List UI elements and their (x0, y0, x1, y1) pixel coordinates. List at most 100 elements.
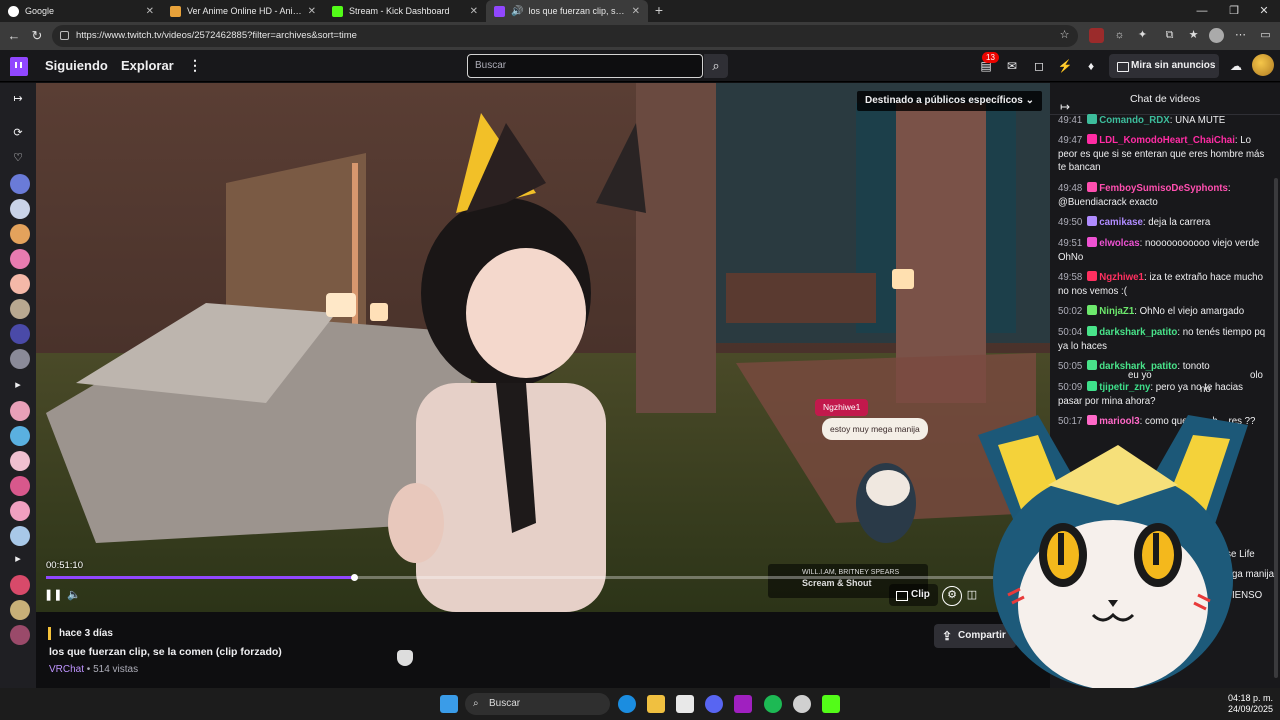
video-camera-icon[interactable]: ▸ (10, 551, 26, 567)
tab-twitch[interactable]: 🔊 los que fuerzan clip, se la co ✕ (486, 0, 648, 22)
settings-button[interactable]: ⚙ (942, 586, 962, 606)
edge-icon[interactable] (618, 695, 636, 713)
extension-icon[interactable]: ☼ (1112, 28, 1127, 43)
chat-username[interactable]: elwolcas (1099, 238, 1139, 249)
crown-icon[interactable]: ♦ (1083, 58, 1099, 74)
channel-avatar[interactable] (10, 274, 30, 294)
channel-avatar[interactable] (10, 426, 30, 446)
no-ads-button[interactable]: Mira sin anuncios (1109, 54, 1219, 78)
channel-avatar[interactable] (10, 249, 30, 269)
badge-icon[interactable] (1087, 360, 1098, 370)
chevron-down-icon: ⌄ (1025, 95, 1034, 106)
search-input[interactable]: Buscar (467, 54, 703, 78)
ghost-icon[interactable]: ☁ (1228, 58, 1244, 74)
bits-icon[interactable]: ⚡ (1057, 58, 1073, 74)
channel-avatar[interactable] (10, 600, 30, 620)
url-field[interactable]: https://www.twitch.tv/videos/2572462885?… (52, 25, 1078, 47)
tab-kick[interactable]: Stream - Kick Dashboard ✕ (324, 0, 486, 22)
app-icon[interactable] (676, 695, 694, 713)
chat-username[interactable]: tjipetir_zny (1099, 382, 1150, 393)
channel-avatar[interactable] (10, 625, 30, 645)
chat-username[interactable]: NinjaZ1 (1099, 306, 1134, 317)
extension-icon[interactable] (1089, 28, 1104, 43)
close-icon[interactable]: ✕ (632, 6, 640, 17)
badge-icon[interactable] (1087, 134, 1098, 144)
channel-avatar[interactable] (10, 174, 30, 194)
obs-icon[interactable] (793, 695, 811, 713)
puzzle-icon[interactable]: ✦ (1135, 28, 1150, 43)
whispers-icon[interactable]: ◻ (1031, 58, 1047, 74)
chat-username[interactable]: Comando_RDX (1099, 115, 1170, 126)
clip-button[interactable]: Clip (889, 584, 938, 606)
split-icon[interactable]: ⧉ (1162, 28, 1177, 43)
channel-avatar[interactable] (10, 401, 30, 421)
badge-icon[interactable] (1087, 326, 1098, 336)
folder-icon[interactable] (647, 695, 665, 713)
more-icon[interactable]: ⋯ (1233, 28, 1248, 43)
badge-icon[interactable] (1087, 216, 1098, 226)
kick-icon[interactable] (822, 695, 840, 713)
system-clock[interactable]: 04:18 p. m. 24/09/2025 (1228, 693, 1273, 715)
chat-username[interactable]: LDL_KomodoHeart_ChaiChai (1099, 135, 1235, 146)
taskbar-search[interactable]: ⌕ Buscar (465, 693, 610, 715)
new-tab-button[interactable]: + (648, 0, 670, 22)
sidebar-icon[interactable]: ▭ (1258, 28, 1273, 43)
audience-dropdown[interactable]: Destinado a públicos específicos ⌄ (857, 91, 1042, 111)
expand-icon[interactable]: ↦ (10, 91, 26, 107)
heart-icon[interactable]: ♡ (10, 150, 26, 166)
tab-animeflv[interactable]: Ver Anime Online HD - AnimeFLV ✕ (162, 0, 324, 22)
close-window-button[interactable]: ✕ (1248, 0, 1280, 22)
video-camera-icon[interactable]: ▸ (10, 377, 26, 393)
seek-bar[interactable] (46, 574, 1040, 581)
channel-avatar[interactable] (10, 349, 30, 369)
badge-icon[interactable] (1087, 114, 1098, 124)
back-icon[interactable]: ← (6, 28, 22, 44)
speaker-icon[interactable]: 🔊 (511, 6, 523, 17)
maximize-button[interactable]: ❐ (1218, 0, 1250, 22)
browse-link[interactable]: Explorar (121, 58, 174, 73)
recommended-icon[interactable]: ⟳ (10, 125, 26, 141)
video-player[interactable]: Destinado a públicos específicos ⌄ Ngzhi… (36, 83, 1050, 612)
channel-avatar[interactable] (10, 575, 30, 595)
channel-avatar[interactable] (10, 199, 30, 219)
reload-icon[interactable]: ↻ (29, 28, 45, 44)
tab-google[interactable]: Google ✕ (0, 0, 162, 22)
discord-icon[interactable] (705, 695, 723, 713)
search-button[interactable]: ⌕ (704, 54, 728, 78)
badge-icon[interactable] (1087, 271, 1098, 281)
close-icon[interactable]: ✕ (470, 6, 478, 17)
mail-icon[interactable]: ✉ (1004, 58, 1020, 74)
spotify-icon[interactable] (764, 695, 782, 713)
badge-icon[interactable] (1087, 182, 1098, 192)
favorites-icon[interactable]: ★ (1186, 28, 1201, 43)
profile-icon[interactable] (1209, 28, 1224, 43)
badge-icon[interactable] (1087, 381, 1098, 391)
channel-avatar[interactable] (10, 324, 30, 344)
channel-avatar[interactable] (10, 501, 30, 521)
channel-avatar[interactable] (10, 476, 30, 496)
app-icon[interactable] (734, 695, 752, 713)
channel-avatar[interactable] (10, 451, 30, 471)
chat-username[interactable]: Ngzhiwe1 (1099, 272, 1144, 283)
chat-scrollbar[interactable] (1274, 178, 1278, 678)
channel-avatar[interactable] (10, 299, 30, 319)
volume-button[interactable]: 🔈 (66, 587, 82, 603)
chat-username[interactable]: darkshark_patito (1099, 327, 1177, 338)
more-icon[interactable]: ⋮ (188, 57, 202, 74)
chat-username[interactable]: camikase (1099, 217, 1143, 228)
channel-avatar[interactable] (10, 224, 30, 244)
close-icon[interactable]: ✕ (308, 6, 316, 17)
category-link[interactable]: VRChat (49, 664, 84, 675)
pause-button[interactable]: ❚❚ (44, 587, 62, 603)
star-icon[interactable]: ☆ (1057, 28, 1072, 43)
badge-icon[interactable] (1087, 237, 1098, 247)
badge-icon[interactable] (1087, 305, 1098, 315)
chat-username[interactable]: FemboySumisoDeSyphonts (1099, 183, 1228, 194)
windows-start-icon[interactable] (440, 695, 458, 713)
minimize-button[interactable]: — (1186, 0, 1218, 22)
user-avatar[interactable] (1252, 54, 1274, 76)
following-link[interactable]: Siguiendo (45, 58, 108, 73)
channel-avatar[interactable] (10, 526, 30, 546)
twitch-logo-icon[interactable] (10, 57, 28, 76)
close-icon[interactable]: ✕ (146, 6, 154, 17)
